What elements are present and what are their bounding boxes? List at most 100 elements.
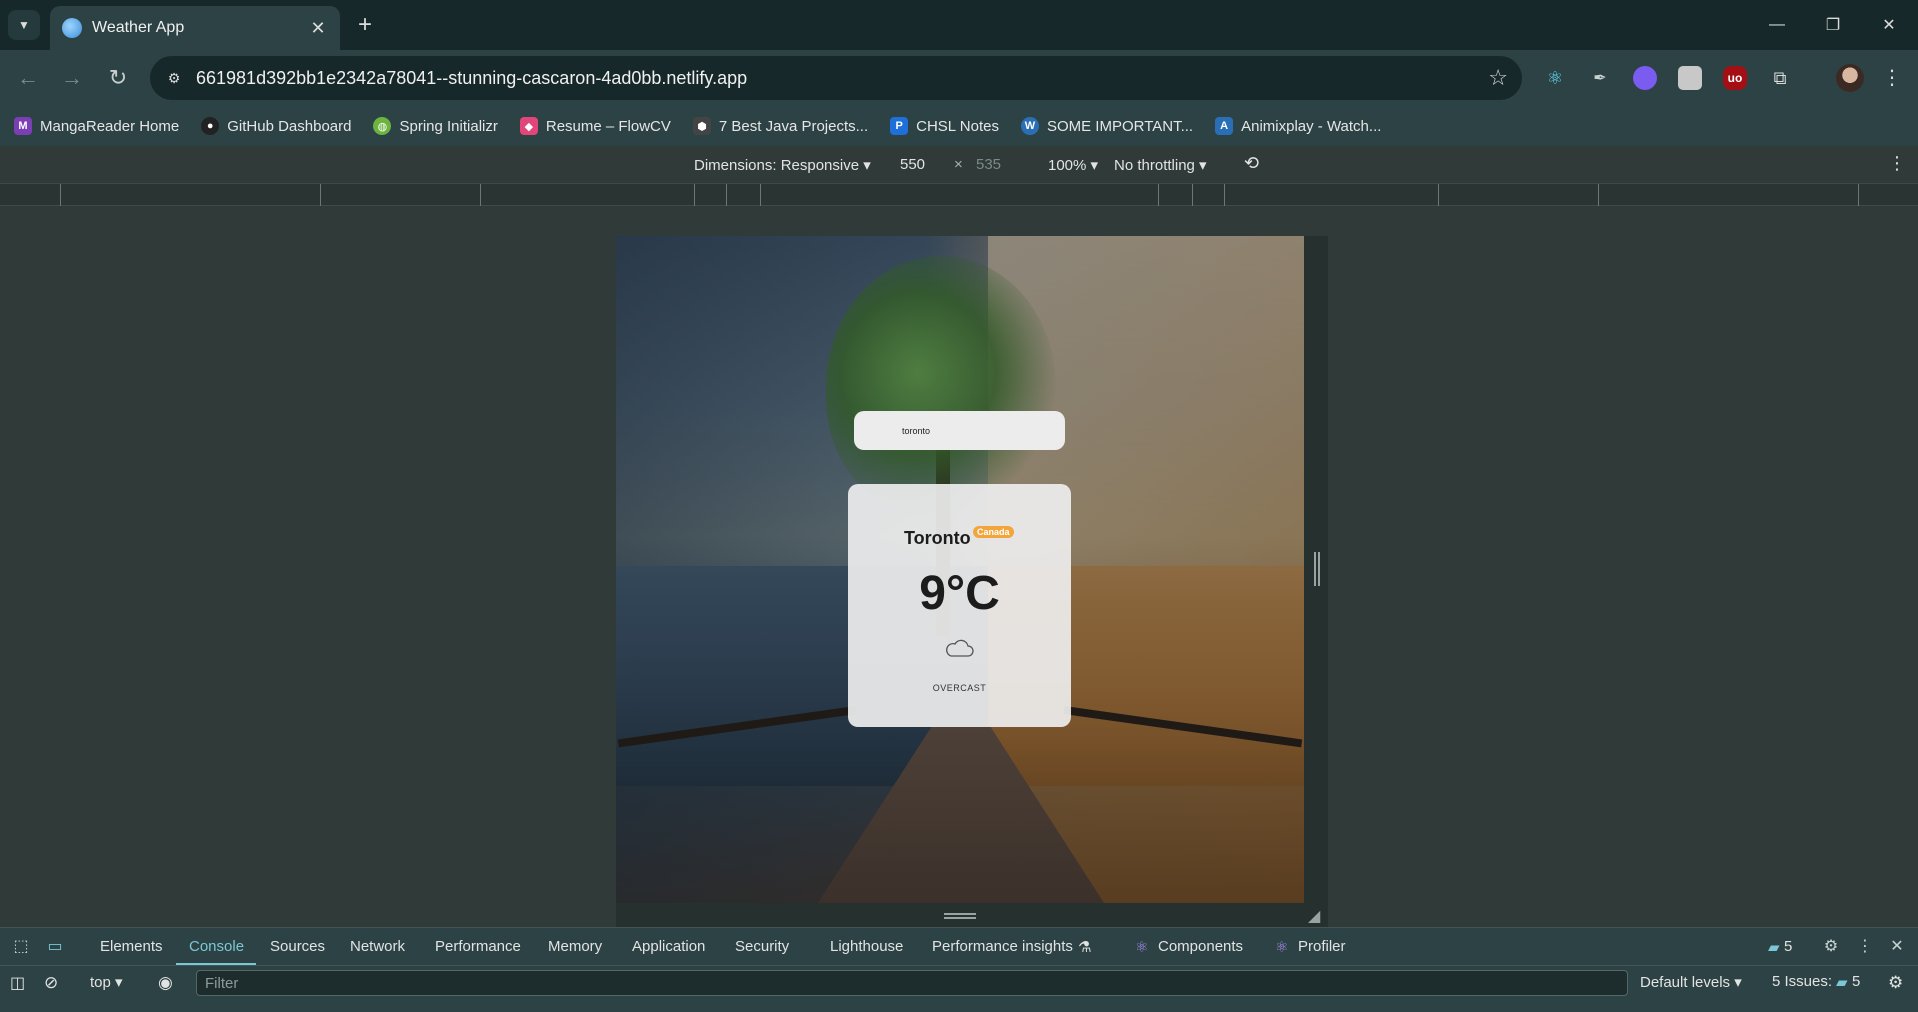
devtools-tab-bar: ⬚ ▭ Elements Console Sources Network Per…	[0, 927, 1918, 966]
tab-network[interactable]: Network	[350, 938, 405, 955]
profile-avatar[interactable]	[1836, 64, 1864, 92]
sidebar-toggle-icon[interactable]: ◫	[10, 973, 25, 993]
close-tab-icon[interactable]: ✕	[308, 18, 328, 39]
weather-card: Toronto Canada 9°C OVERCAST	[848, 484, 1071, 727]
bookmark-label: Animixplay - Watch...	[1241, 117, 1382, 135]
p-logo-icon: P	[890, 117, 909, 135]
devtools-menu-icon[interactable]: ⋮	[1854, 936, 1876, 958]
dimensions-dropdown[interactable]: Dimensions: Responsive ▾	[694, 156, 871, 174]
hexagon-icon: ⬢	[692, 117, 711, 135]
bookmark-item[interactable]: ● GitHub Dashboard	[201, 117, 351, 135]
react-components-icon: ⚛	[1135, 939, 1149, 956]
console-settings-gear-icon[interactable]: ⚙	[1888, 973, 1903, 993]
tab-application[interactable]: Application	[632, 938, 705, 955]
address-bar[interactable]: ⚙ 661981d392bb1e2342a78041--stunning-cas…	[150, 56, 1522, 100]
rotate-icon[interactable]: ⟲	[1244, 153, 1259, 174]
app-viewport: Toronto Canada 9°C OVERCAST	[616, 236, 1304, 903]
react-devtools-extension-icon[interactable]: ⚛	[1543, 66, 1567, 90]
height-input[interactable]: 535	[976, 156, 1001, 173]
live-expression-eye-icon[interactable]: ◉	[158, 973, 173, 993]
issues-icon: ▰	[1836, 974, 1848, 991]
bookmark-item[interactable]: ◆ Resume – FlowCV	[519, 117, 671, 135]
tab-console[interactable]: Console	[189, 938, 244, 955]
messages-icon[interactable]: ▰	[1768, 938, 1780, 956]
tree-canopy	[826, 256, 1056, 516]
github-icon: ●	[201, 117, 220, 135]
wordpress-icon: W	[1020, 117, 1039, 135]
throttling-dropdown[interactable]: No throttling ▾	[1114, 156, 1207, 174]
city-search-input[interactable]	[854, 411, 1065, 450]
pen-extension-icon[interactable]: ✒	[1588, 66, 1612, 90]
clear-console-icon[interactable]: ⊘	[44, 973, 58, 993]
tab-security[interactable]: Security	[735, 938, 789, 955]
weather-condition: OVERCAST	[932, 683, 987, 693]
back-button[interactable]: ←	[14, 64, 42, 92]
tab-title: Weather App	[92, 19, 185, 36]
tab-memory[interactable]: Memory	[548, 938, 602, 955]
bookmark-label: CHSL Notes	[916, 117, 999, 135]
issues-label[interactable]: 5 Issues:	[1772, 973, 1832, 990]
tab-lighthouse[interactable]: Lighthouse	[830, 938, 903, 955]
issues-count[interactable]: 5	[1852, 973, 1860, 990]
bookmark-item[interactable]: M MangaReader Home	[14, 117, 179, 135]
device-toolbar-toggle-icon[interactable]: ▭	[44, 936, 66, 958]
bookmark-star-icon[interactable]: ☆	[1488, 65, 1508, 91]
tab-sources[interactable]: Sources	[270, 938, 325, 955]
viewport-resize-corner-handle[interactable]: ◢	[1308, 906, 1324, 925]
tab-profiler[interactable]: Profiler	[1298, 938, 1346, 955]
new-tab-button[interactable]: +	[352, 12, 378, 38]
country-badge: Canada	[973, 526, 1014, 538]
context-selector[interactable]: top ▾	[90, 973, 123, 991]
times-icon: ×	[954, 156, 963, 173]
city-name: Toronto	[904, 528, 971, 548]
tab-performance-insights[interactable]: Performance insights	[932, 938, 1073, 955]
bookmark-label: Resume – FlowCV	[545, 117, 671, 135]
purple-extension-icon[interactable]	[1633, 66, 1657, 90]
url-text[interactable]: 661981d392bb1e2342a78041--stunning-casca…	[196, 68, 747, 89]
cloud-icon	[946, 639, 974, 657]
animixplay-icon: A	[1215, 117, 1234, 135]
bookmark-label: MangaReader Home	[40, 117, 180, 135]
bookmark-item[interactable]: A Animixplay - Watch...	[1215, 117, 1381, 135]
extensions-puzzle-icon[interactable]: ⧉	[1768, 66, 1792, 90]
device-toolbar: Dimensions: Responsive ▾ 550 × 535 100% …	[0, 146, 1918, 184]
settings-gear-icon[interactable]: ⚙	[1820, 936, 1842, 958]
tab-elements[interactable]: Elements	[100, 938, 163, 955]
reload-button[interactable]: ↻	[104, 64, 132, 92]
browser-tab[interactable]: Weather App ✕	[50, 6, 340, 50]
tab-search-button[interactable]: ▼	[8, 10, 40, 40]
zoom-dropdown[interactable]: 100% ▾	[1048, 156, 1098, 174]
viewport-resize-right-handle[interactable]	[1304, 236, 1328, 903]
close-window-button[interactable]: ✕	[1874, 12, 1904, 38]
bookmarks-bar: M MangaReader Home ● GitHub Dashboard ◍ Spr…	[0, 106, 1918, 146]
bookmark-item[interactable]: ⬢ 7 Best Java Projects...	[692, 117, 869, 135]
viewport-resize-bottom-handle[interactable]	[616, 903, 1328, 927]
bookmark-item[interactable]: P CHSL Notes	[890, 117, 999, 135]
bookmark-item[interactable]: W SOME IMPORTANT...	[1020, 117, 1194, 135]
tab-components[interactable]: Components	[1158, 938, 1243, 955]
bookmark-label: 7 Best Java Projects...	[718, 117, 869, 135]
restore-button[interactable]: ❐	[1818, 12, 1848, 38]
inspect-element-icon[interactable]: ⬚	[10, 936, 32, 958]
device-toolbar-menu-icon[interactable]: ⋮	[1888, 153, 1906, 174]
spring-icon: ◍	[373, 117, 392, 135]
width-input[interactable]: 550	[900, 156, 925, 173]
tab-strip: ▼ Weather App ✕ + — ❐ ✕	[0, 0, 1918, 50]
console-toolbar: ◫ ⊘ top ▾ ◉ Default levels ▾ 5 Issues: ▰…	[0, 965, 1918, 1012]
flowcv-icon: ◆	[519, 117, 538, 135]
messages-count[interactable]: 5	[1784, 938, 1792, 955]
forward-button[interactable]: →	[58, 64, 86, 92]
bookmark-label: GitHub Dashboard	[227, 117, 352, 135]
log-levels-dropdown[interactable]: Default levels ▾	[1640, 973, 1742, 991]
bookmark-item[interactable]: ◍ Spring Initializr	[373, 117, 498, 135]
browser-menu-icon[interactable]: ⋮	[1882, 64, 1902, 92]
ublock-extension-icon[interactable]: uo	[1723, 66, 1747, 90]
console-filter-input[interactable]	[196, 970, 1628, 996]
bookmark-label: SOME IMPORTANT...	[1046, 117, 1194, 135]
close-devtools-icon[interactable]: ✕	[1886, 936, 1908, 958]
minimize-button[interactable]: —	[1762, 12, 1792, 38]
tab-performance[interactable]: Performance	[435, 938, 521, 955]
site-info-icon[interactable]: ⚙	[162, 66, 186, 90]
grey-extension-icon[interactable]	[1678, 66, 1702, 90]
temperature: 9°C	[919, 567, 1000, 620]
